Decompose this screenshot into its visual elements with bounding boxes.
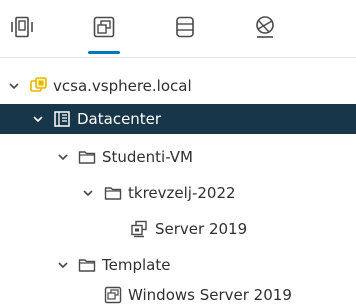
vm-icon xyxy=(130,220,148,238)
vcenter-icon xyxy=(30,77,48,95)
tab-storage[interactable] xyxy=(165,0,205,56)
tree-node-folder-template[interactable]: Template xyxy=(0,250,356,280)
tree-node-folder-tkrevzelj-2022[interactable]: tkrevzelj-2022 xyxy=(0,178,356,208)
active-tab-indicator xyxy=(88,51,120,54)
toolbar-divider xyxy=(0,57,356,58)
tree-node-label: Server 2019 xyxy=(155,220,248,238)
tree-node-label: Windows Server 2019 xyxy=(128,286,292,304)
folder-icon xyxy=(104,184,122,202)
networking-icon xyxy=(256,16,274,38)
tree-node-label: Studenti-VM xyxy=(102,148,193,166)
chevron-down-icon[interactable] xyxy=(32,113,44,125)
template-icon xyxy=(104,286,122,304)
tab-networking[interactable] xyxy=(245,0,285,56)
chevron-down-icon[interactable] xyxy=(57,151,69,163)
chevron-down-icon[interactable] xyxy=(8,80,20,92)
tree-node-datacenter[interactable]: Datacenter xyxy=(0,104,356,134)
hosts-and-clusters-icon xyxy=(11,16,33,38)
chevron-down-icon[interactable] xyxy=(57,259,69,271)
tree-node-vm-server-2019[interactable]: Server 2019 xyxy=(0,214,356,244)
tree-node-label: tkrevzelj-2022 xyxy=(128,184,236,202)
chevron-down-icon[interactable] xyxy=(82,187,94,199)
tree-node-label: Datacenter xyxy=(77,110,162,128)
vms-and-templates-icon xyxy=(93,16,115,38)
folder-icon xyxy=(78,256,96,274)
tab-vms-and-templates[interactable] xyxy=(84,0,124,56)
storage-icon xyxy=(176,16,194,38)
tab-hosts-and-clusters[interactable] xyxy=(2,0,42,56)
tree-node-template-windows-server-2019[interactable]: Windows Server 2019 xyxy=(0,283,356,306)
datacenter-icon xyxy=(53,110,71,128)
tree-node-label: Template xyxy=(102,256,171,274)
tree-node-folder-studenti-vm[interactable]: Studenti-VM xyxy=(0,142,356,172)
tree-node-label: vcsa.vsphere.local xyxy=(53,77,192,95)
folder-icon xyxy=(78,148,96,166)
inventory-panel: vcsa.vsphere.local Datacenter Studenti-V… xyxy=(0,0,356,306)
tree-node-vcenter[interactable]: vcsa.vsphere.local xyxy=(0,71,356,101)
